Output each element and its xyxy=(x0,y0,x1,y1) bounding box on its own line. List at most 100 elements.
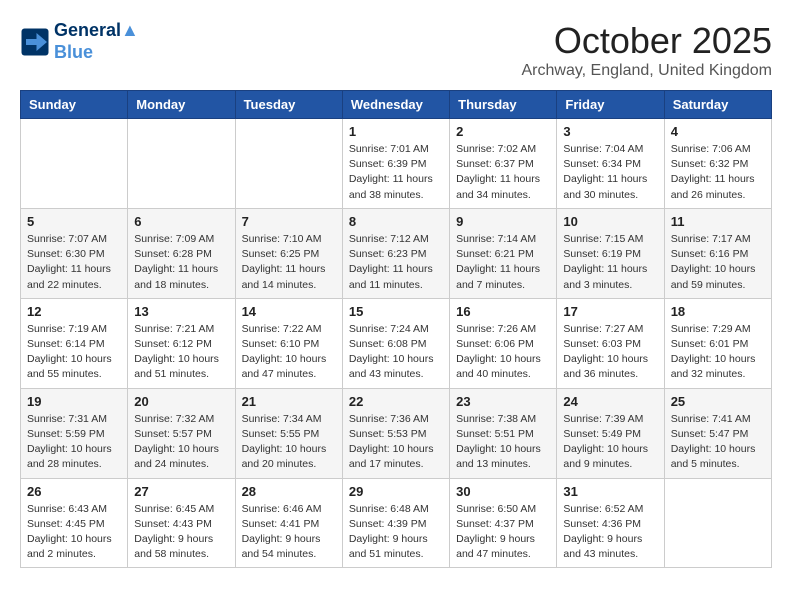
calendar-cell: 24 Sunrise: 7:39 AM Sunset: 5:49 PM Dayli… xyxy=(557,388,664,478)
calendar-cell: 10 Sunrise: 7:15 AM Sunset: 6:19 PM Dayli… xyxy=(557,208,664,298)
day-number: 17 xyxy=(563,304,657,319)
calendar-cell: 11 Sunrise: 7:17 AM Sunset: 6:16 PM Dayli… xyxy=(664,208,771,298)
weekday-header-cell: Thursday xyxy=(450,91,557,119)
day-content: Sunrise: 7:31 AM Sunset: 5:59 PM Dayligh… xyxy=(27,412,121,473)
day-number: 13 xyxy=(134,304,228,319)
day-content: Sunrise: 6:46 AM Sunset: 4:41 PM Dayligh… xyxy=(242,502,336,563)
logo-icon xyxy=(20,27,50,57)
weekday-header-cell: Monday xyxy=(128,91,235,119)
calendar-cell: 31 Sunrise: 6:52 AM Sunset: 4:36 PM Dayli… xyxy=(557,478,664,568)
day-content: Sunrise: 7:04 AM Sunset: 6:34 PM Dayligh… xyxy=(563,142,657,203)
day-content: Sunrise: 6:43 AM Sunset: 4:45 PM Dayligh… xyxy=(27,502,121,563)
day-content: Sunrise: 6:52 AM Sunset: 4:36 PM Dayligh… xyxy=(563,502,657,563)
day-number: 9 xyxy=(456,214,550,229)
day-content: Sunrise: 7:14 AM Sunset: 6:21 PM Dayligh… xyxy=(456,232,550,293)
calendar-cell: 19Sunrise: 7:31 AM Sunset: 5:59 PM Dayli… xyxy=(21,388,128,478)
calendar-cell: 5Sunrise: 7:07 AM Sunset: 6:30 PM Daylig… xyxy=(21,208,128,298)
day-number: 29 xyxy=(349,484,443,499)
day-number: 21 xyxy=(242,394,336,409)
calendar-cell: 6Sunrise: 7:09 AM Sunset: 6:28 PM Daylig… xyxy=(128,208,235,298)
location: Archway, England, United Kingdom xyxy=(521,62,772,80)
calendar-cell: 29 Sunrise: 6:48 AM Sunset: 4:39 PM Dayli… xyxy=(342,478,449,568)
weekday-header-cell: Friday xyxy=(557,91,664,119)
calendar-cell: 12 Sunrise: 7:19 AM Sunset: 6:14 PM Dayli… xyxy=(21,298,128,388)
calendar-cell: 30 Sunrise: 6:50 AM Sunset: 4:37 PM Dayli… xyxy=(450,478,557,568)
calendar-cell: 27 Sunrise: 6:45 AM Sunset: 4:43 PM Dayli… xyxy=(128,478,235,568)
day-content: Sunrise: 7:36 AM Sunset: 5:53 PM Dayligh… xyxy=(349,412,443,473)
day-content: Sunrise: 7:21 AM Sunset: 6:12 PM Dayligh… xyxy=(134,322,228,383)
day-content: Sunrise: 7:15 AM Sunset: 6:19 PM Dayligh… xyxy=(563,232,657,293)
day-content: Sunrise: 7:02 AM Sunset: 6:37 PM Dayligh… xyxy=(456,142,550,203)
calendar-cell: 16 Sunrise: 7:26 AM Sunset: 6:06 PM Dayli… xyxy=(450,298,557,388)
day-number: 25 xyxy=(671,394,765,409)
calendar-cell xyxy=(235,119,342,209)
calendar-cell xyxy=(21,119,128,209)
day-content: Sunrise: 6:45 AM Sunset: 4:43 PM Dayligh… xyxy=(134,502,228,563)
calendar-cell: 22Sunrise: 7:36 AM Sunset: 5:53 PM Dayli… xyxy=(342,388,449,478)
calendar-cell: 20Sunrise: 7:32 AM Sunset: 5:57 PM Dayli… xyxy=(128,388,235,478)
calendar-body: 1 Sunrise: 7:01 AM Sunset: 6:39 PM Daylig… xyxy=(21,119,772,568)
calendar-cell: 18 Sunrise: 7:29 AM Sunset: 6:01 PM Dayli… xyxy=(664,298,771,388)
day-content: Sunrise: 7:17 AM Sunset: 6:16 PM Dayligh… xyxy=(671,232,765,293)
day-number: 27 xyxy=(134,484,228,499)
day-number: 10 xyxy=(563,214,657,229)
day-content: Sunrise: 7:09 AM Sunset: 6:28 PM Dayligh… xyxy=(134,232,228,293)
day-number: 23 xyxy=(456,394,550,409)
day-content: Sunrise: 7:41 AM Sunset: 5:47 PM Dayligh… xyxy=(671,412,765,473)
day-content: Sunrise: 7:29 AM Sunset: 6:01 PM Dayligh… xyxy=(671,322,765,383)
day-number: 14 xyxy=(242,304,336,319)
calendar-cell: 14 Sunrise: 7:22 AM Sunset: 6:10 PM Dayli… xyxy=(235,298,342,388)
calendar-cell: 4Sunrise: 7:06 AM Sunset: 6:32 PM Daylig… xyxy=(664,119,771,209)
calendar-week-row: 5Sunrise: 7:07 AM Sunset: 6:30 PM Daylig… xyxy=(21,208,772,298)
day-content: Sunrise: 7:26 AM Sunset: 6:06 PM Dayligh… xyxy=(456,322,550,383)
calendar-cell: 17 Sunrise: 7:27 AM Sunset: 6:03 PM Dayli… xyxy=(557,298,664,388)
day-content: Sunrise: 6:50 AM Sunset: 4:37 PM Dayligh… xyxy=(456,502,550,563)
day-content: Sunrise: 7:01 AM Sunset: 6:39 PM Dayligh… xyxy=(349,142,443,203)
weekday-header-cell: Sunday xyxy=(21,91,128,119)
weekday-header-cell: Saturday xyxy=(664,91,771,119)
day-number: 26 xyxy=(27,484,121,499)
title-block: October 2025 Archway, England, United Ki… xyxy=(521,20,772,80)
calendar-cell: 1 Sunrise: 7:01 AM Sunset: 6:39 PM Daylig… xyxy=(342,119,449,209)
day-content: Sunrise: 7:39 AM Sunset: 5:49 PM Dayligh… xyxy=(563,412,657,473)
calendar-cell: 7 Sunrise: 7:10 AM Sunset: 6:25 PM Daylig… xyxy=(235,208,342,298)
day-number: 24 xyxy=(563,394,657,409)
day-number: 20 xyxy=(134,394,228,409)
day-number: 8 xyxy=(349,214,443,229)
day-content: Sunrise: 6:48 AM Sunset: 4:39 PM Dayligh… xyxy=(349,502,443,563)
calendar-cell: 3 Sunrise: 7:04 AM Sunset: 6:34 PM Daylig… xyxy=(557,119,664,209)
day-content: Sunrise: 7:06 AM Sunset: 6:32 PM Dayligh… xyxy=(671,142,765,203)
day-content: Sunrise: 7:10 AM Sunset: 6:25 PM Dayligh… xyxy=(242,232,336,293)
day-number: 2 xyxy=(456,124,550,139)
calendar-week-row: 1 Sunrise: 7:01 AM Sunset: 6:39 PM Daylig… xyxy=(21,119,772,209)
day-number: 7 xyxy=(242,214,336,229)
weekday-header-cell: Wednesday xyxy=(342,91,449,119)
day-number: 16 xyxy=(456,304,550,319)
day-content: Sunrise: 7:22 AM Sunset: 6:10 PM Dayligh… xyxy=(242,322,336,383)
day-content: Sunrise: 7:12 AM Sunset: 6:23 PM Dayligh… xyxy=(349,232,443,293)
calendar-cell: 15Sunrise: 7:24 AM Sunset: 6:08 PM Dayli… xyxy=(342,298,449,388)
day-number: 12 xyxy=(27,304,121,319)
day-number: 11 xyxy=(671,214,765,229)
day-content: Sunrise: 7:19 AM Sunset: 6:14 PM Dayligh… xyxy=(27,322,121,383)
day-number: 1 xyxy=(349,124,443,139)
day-number: 3 xyxy=(563,124,657,139)
day-number: 31 xyxy=(563,484,657,499)
day-number: 30 xyxy=(456,484,550,499)
calendar-cell: 9 Sunrise: 7:14 AM Sunset: 6:21 PM Daylig… xyxy=(450,208,557,298)
day-content: Sunrise: 7:27 AM Sunset: 6:03 PM Dayligh… xyxy=(563,322,657,383)
calendar-week-row: 19Sunrise: 7:31 AM Sunset: 5:59 PM Dayli… xyxy=(21,388,772,478)
day-content: Sunrise: 7:07 AM Sunset: 6:30 PM Dayligh… xyxy=(27,232,121,293)
calendar-cell: 26 Sunrise: 6:43 AM Sunset: 4:45 PM Dayli… xyxy=(21,478,128,568)
day-number: 15 xyxy=(349,304,443,319)
day-number: 18 xyxy=(671,304,765,319)
calendar-table: SundayMondayTuesdayWednesdayThursdayFrid… xyxy=(20,90,772,568)
calendar-cell: 23 Sunrise: 7:38 AM Sunset: 5:51 PM Dayli… xyxy=(450,388,557,478)
logo-text: General▲ Blue xyxy=(54,20,139,63)
logo: General▲ Blue xyxy=(20,20,139,63)
calendar-cell xyxy=(128,119,235,209)
day-content: Sunrise: 7:38 AM Sunset: 5:51 PM Dayligh… xyxy=(456,412,550,473)
month-title: October 2025 xyxy=(521,20,772,62)
page-header: General▲ Blue October 2025 Archway, Engl… xyxy=(20,20,772,80)
calendar-cell: 2 Sunrise: 7:02 AM Sunset: 6:37 PM Daylig… xyxy=(450,119,557,209)
